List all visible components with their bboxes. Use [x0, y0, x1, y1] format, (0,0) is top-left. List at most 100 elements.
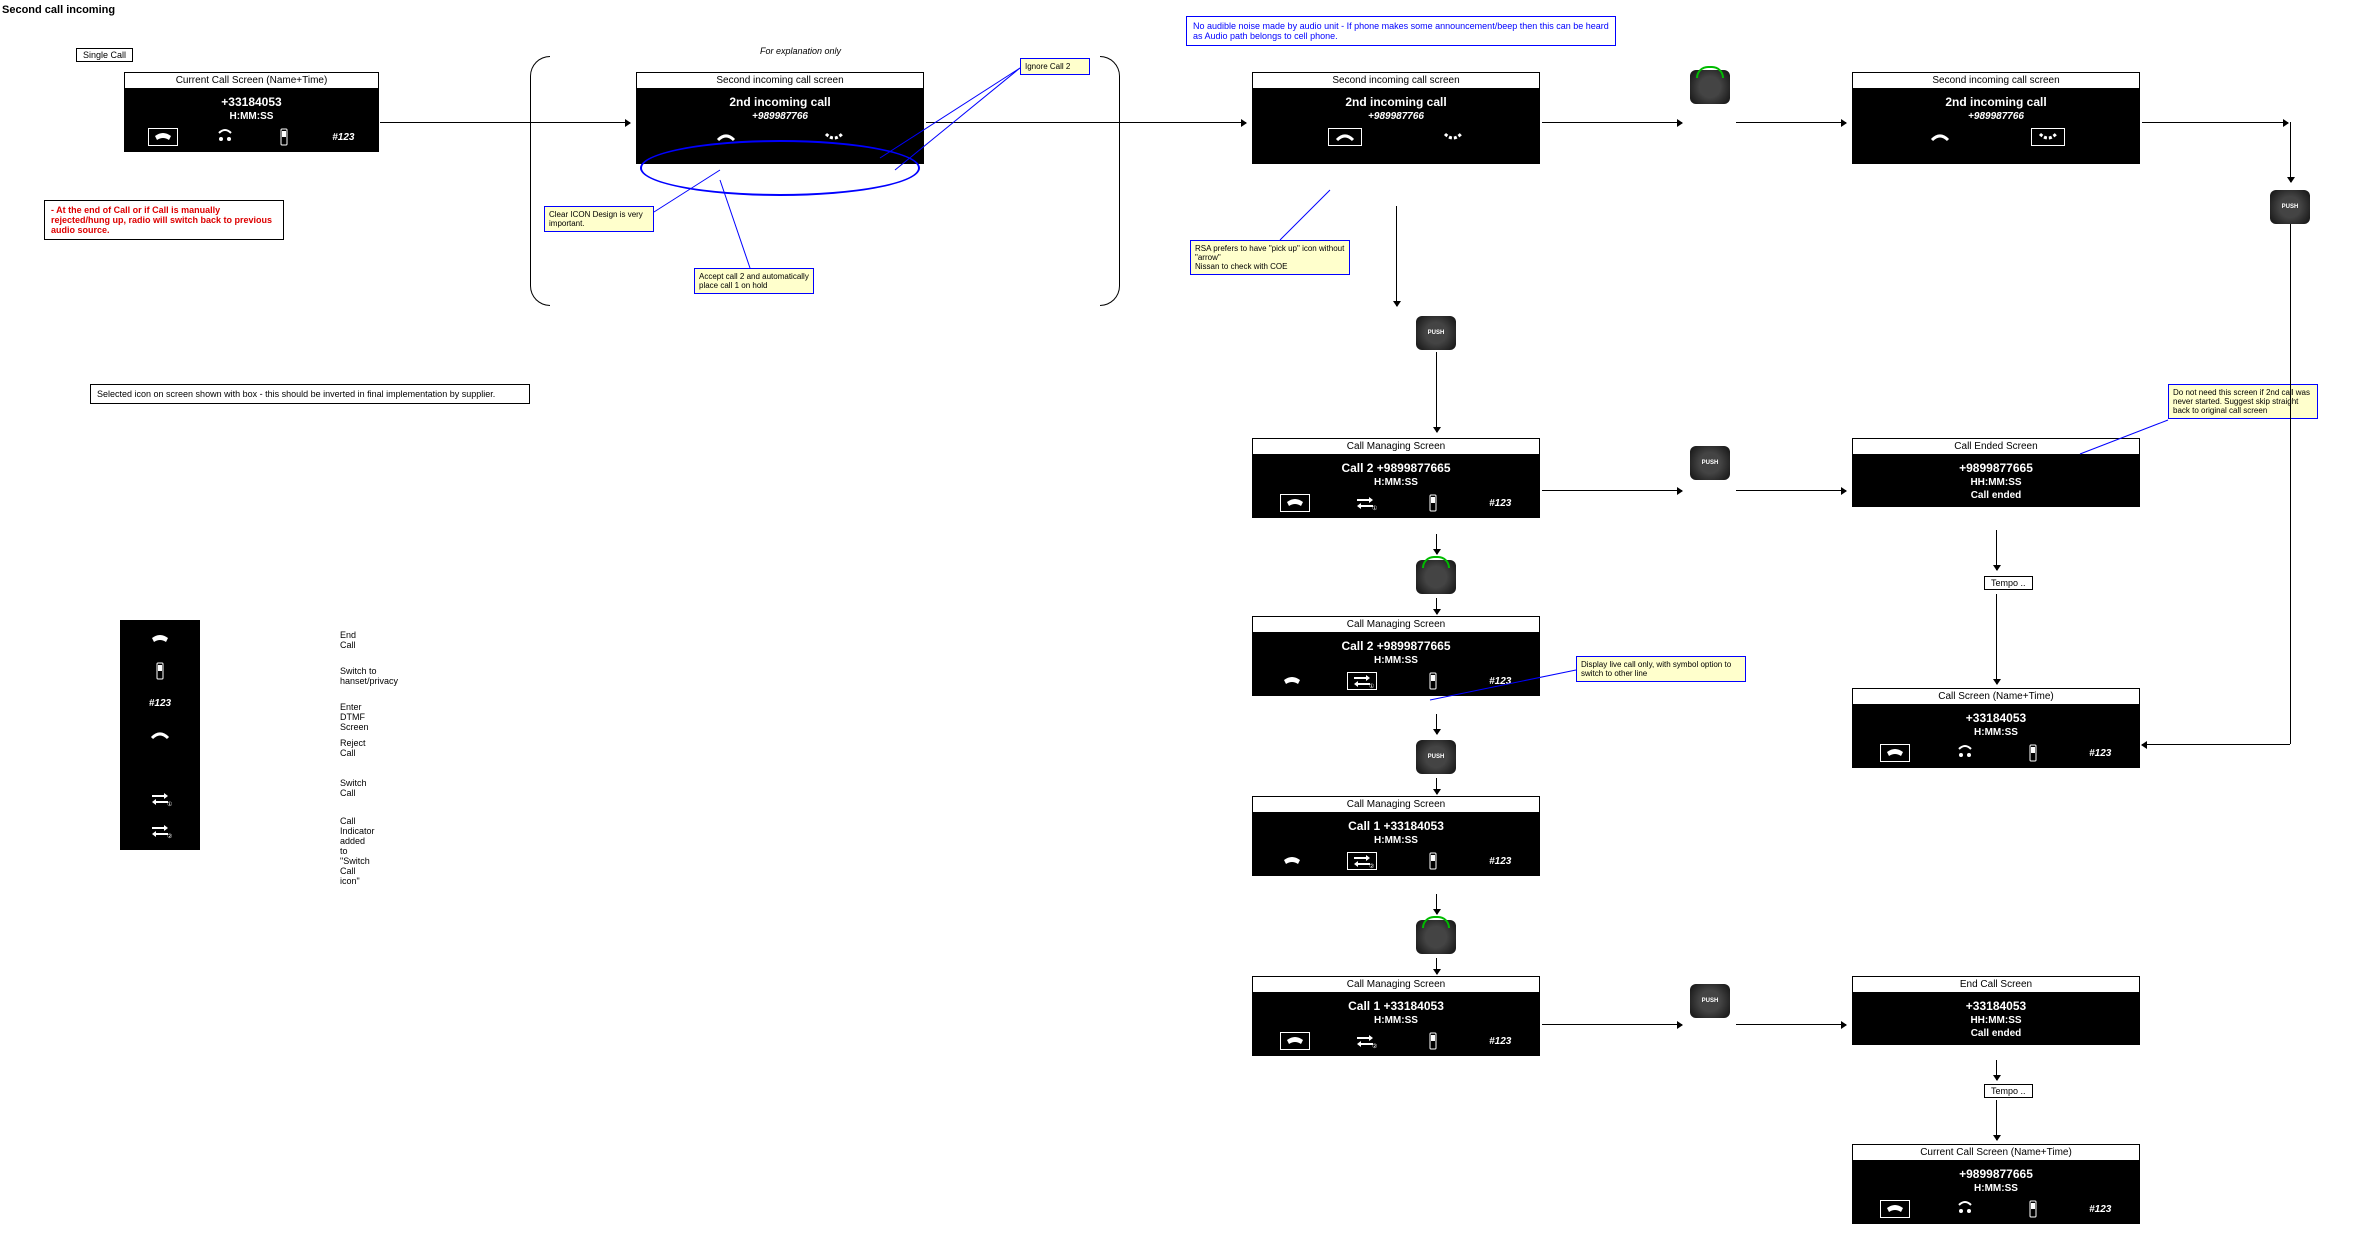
legend-end-call: End Call — [340, 630, 356, 650]
arrow — [1436, 352, 1437, 432]
screen-header: Call Managing Screen — [1252, 976, 1540, 993]
call-label: Call 1 +33184053 — [1260, 819, 1532, 833]
accept-call-icon[interactable] — [1928, 128, 1952, 146]
end-call-icon[interactable] — [1280, 494, 1310, 512]
arrow — [1542, 122, 1682, 123]
accept-call-icon[interactable] — [1328, 128, 1362, 146]
end-call-icon[interactable] — [1280, 672, 1304, 690]
arrow — [1542, 490, 1682, 491]
arrow — [2290, 122, 2291, 182]
rotary-icon — [1690, 70, 1730, 104]
handset-icon[interactable] — [272, 128, 296, 146]
tag-single-call: Single Call — [76, 48, 133, 62]
call-time: H:MM:SS — [1260, 835, 1532, 846]
call-time: H:MM:SS — [1260, 655, 1532, 666]
tag-tempo-1: Tempo .. — [1984, 576, 2033, 590]
dtmf-icon[interactable]: #123 — [2088, 1200, 2112, 1218]
arrow — [926, 122, 1246, 123]
svg-text:②: ② — [1372, 1043, 1377, 1050]
note-audio-path: No audible noise made by audio unit - If… — [1186, 16, 1616, 46]
call-time: HH:MM:SS — [1860, 477, 2132, 488]
screen-header: Call Managing Screen — [1252, 616, 1540, 633]
arrow — [1736, 490, 1846, 491]
arrow — [1396, 206, 1397, 306]
dtmf-icon[interactable]: #123 — [2088, 744, 2112, 762]
call-time: HH:MM:SS — [1860, 1015, 2132, 1026]
call-time: H:MM:SS — [1860, 727, 2132, 738]
call-label: 2nd incoming call — [644, 95, 916, 109]
dtmf-icon[interactable]: #123 — [1488, 494, 1512, 512]
dtmf-icon: #123 — [148, 694, 172, 712]
screen-header: Second incoming call screen — [636, 72, 924, 89]
brace-right — [1100, 56, 1120, 306]
arrow — [1736, 1024, 1846, 1025]
end-call-icon[interactable] — [148, 128, 178, 146]
svg-text:②: ② — [1369, 863, 1374, 870]
call-label: 2nd incoming call — [1260, 95, 1532, 109]
brace-left — [530, 56, 550, 306]
privacy-icon[interactable] — [1953, 1200, 1977, 1218]
end-call-icon[interactable] — [1280, 1032, 1310, 1050]
handset-icon[interactable] — [1421, 494, 1445, 512]
arrow — [2142, 122, 2288, 123]
dtmf-icon[interactable]: #123 — [1488, 672, 1512, 690]
legend-dtmf: Enter DTMF Screen — [340, 702, 369, 732]
switch-call-icon[interactable]: ② — [1353, 1032, 1377, 1050]
privacy-icon[interactable] — [213, 128, 237, 146]
end-call-icon[interactable] — [1880, 1200, 1910, 1218]
arrow — [1436, 534, 1437, 554]
call-time: H:MM:SS — [1860, 1183, 2132, 1194]
svg-text:①: ① — [167, 801, 172, 808]
caller-number: +9899877665 — [1860, 1167, 2132, 1181]
screen-call-managing-1: Call Managing Screen Call 2 +9899877665 … — [1252, 438, 1540, 518]
screen-header: Second incoming call screen — [1252, 72, 1540, 89]
arrow — [1436, 958, 1437, 974]
note-display-live: Display live call only, with symbol opti… — [1576, 656, 1746, 682]
explanation-label: For explanation only — [760, 46, 841, 56]
connector — [2290, 224, 2291, 744]
end-call-icon[interactable] — [1280, 852, 1304, 870]
push-button-icon: PUSH — [2270, 190, 2310, 224]
reject-call-icon — [148, 726, 172, 744]
reject-call-icon[interactable] — [1441, 128, 1465, 146]
screen-call-managing-2: Call Managing Screen Call 2 +9899877665 … — [1252, 616, 1540, 696]
screen-current-call-2: Current Call Screen (Name+Time) +9899877… — [1852, 1144, 2140, 1224]
ellipse-highlight — [640, 140, 920, 196]
note-rsa: RSA prefers to have "pick up" icon witho… — [1190, 240, 1350, 275]
switch-call-icon[interactable]: ① — [1353, 494, 1377, 512]
arrow — [380, 122, 630, 123]
call-status: Call ended — [1860, 1028, 2132, 1039]
reject-call-icon[interactable] — [2031, 128, 2065, 146]
caller-number: +33184053 — [1860, 711, 2132, 725]
switch-call-icon[interactable]: ② — [1347, 852, 1377, 870]
caller-number: +989987766 — [644, 111, 916, 122]
caller-number: +33184053 — [1860, 999, 2132, 1013]
call-label: Call 2 +9899877665 — [1260, 461, 1532, 475]
note-end-of-call: - At the end of Call or if Call is manua… — [44, 200, 284, 240]
switch-call-icon: ② — [148, 822, 172, 840]
screen-header: Call Ended Screen — [1852, 438, 2140, 455]
switch-call-icon[interactable]: ① — [1347, 672, 1377, 690]
screen-call-managing-4: Call Managing Screen Call 1 +33184053 H:… — [1252, 976, 1540, 1056]
legend-switch: Switch Call — [340, 778, 367, 798]
handset-icon[interactable] — [1421, 1032, 1445, 1050]
handset-icon[interactable] — [2021, 744, 2045, 762]
screen-header: End Call Screen — [1852, 976, 2140, 993]
tag-tempo-2: Tempo .. — [1984, 1084, 2033, 1098]
dtmf-icon[interactable]: #123 — [1488, 1032, 1512, 1050]
arrow — [1436, 714, 1437, 734]
note-clear-icon: Clear ICON Design is very important. — [544, 206, 654, 232]
handset-icon[interactable] — [1421, 852, 1445, 870]
screen-header: Call Managing Screen — [1252, 796, 1540, 813]
arrow — [1996, 530, 1997, 570]
dtmf-icon[interactable]: #123 — [1488, 852, 1512, 870]
legend-indicator: Call Indicator added to "Switch Call ico… — [340, 816, 375, 886]
call-time: H:MM:SS — [1260, 1015, 1532, 1026]
call-time: H:MM:SS — [1260, 477, 1532, 488]
privacy-icon[interactable] — [1953, 744, 1977, 762]
handset-icon[interactable] — [2021, 1200, 2045, 1218]
svg-text:①: ① — [1372, 505, 1377, 512]
dtmf-icon[interactable]: #123 — [331, 128, 355, 146]
end-call-icon[interactable] — [1880, 744, 1910, 762]
handset-icon[interactable] — [1421, 672, 1445, 690]
